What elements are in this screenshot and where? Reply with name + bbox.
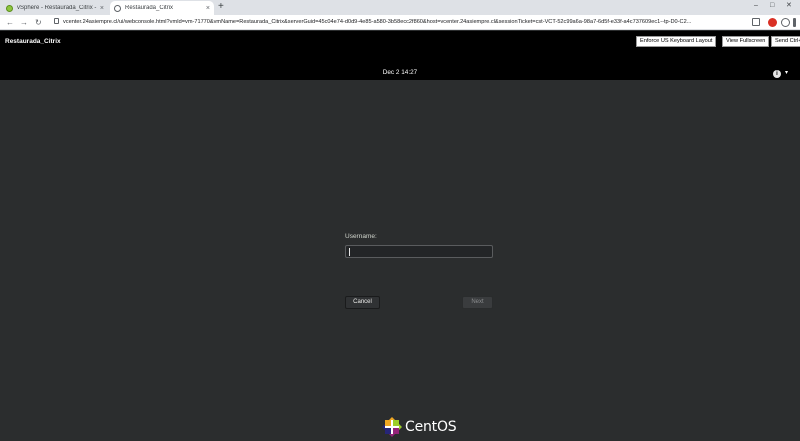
- account-icon[interactable]: [781, 18, 790, 27]
- chevron-down-icon[interactable]: ▾: [785, 69, 788, 76]
- lock-icon[interactable]: [54, 18, 59, 24]
- accessibility-icon[interactable]: i: [773, 70, 781, 78]
- vsphere-icon: [6, 4, 13, 12]
- vm-name: Restaurada_Citrix: [5, 38, 61, 45]
- cancel-button[interactable]: Cancel: [345, 296, 380, 309]
- back-button[interactable]: ←: [6, 17, 14, 28]
- menu-icon[interactable]: [793, 18, 796, 27]
- centos-logo: CentOS: [382, 417, 462, 437]
- tab-title: vSphere - Restaurada_Citrix - Su: [17, 5, 97, 11]
- pdf-icon[interactable]: [768, 18, 777, 27]
- tab-title: Restaurada_Citrix: [125, 5, 174, 11]
- window-close-button[interactable]: ✕: [786, 0, 792, 12]
- text-cursor: [349, 248, 350, 256]
- browser-toolbar: ← → ↻ vcenter.24asiempre.cl/ui/webconsol…: [0, 15, 800, 30]
- browser-tab-strip: vSphere - Restaurada_Citrix - Su × Resta…: [0, 0, 800, 15]
- centos-logo-icon: [382, 417, 402, 437]
- tab-vsphere[interactable]: vSphere - Restaurada_Citrix - Su ×: [2, 1, 108, 15]
- maximize-button[interactable]: □: [770, 0, 774, 12]
- close-icon[interactable]: ×: [100, 5, 104, 12]
- new-tab-button[interactable]: +: [218, 1, 224, 13]
- send-ctrl-alt-del-button[interactable]: Send Ctrl+Alt+Delete: [771, 36, 800, 47]
- star-icon[interactable]: [752, 18, 760, 26]
- reload-button[interactable]: ↻: [35, 17, 42, 28]
- tab-restaurada-citrix[interactable]: Restaurada_Citrix ×: [110, 1, 214, 15]
- next-button[interactable]: Next: [462, 296, 493, 309]
- view-fullscreen-button[interactable]: View Fullscreen: [722, 36, 770, 47]
- centos-wordmark: CentOS: [405, 419, 457, 435]
- minimize-button[interactable]: –: [754, 0, 758, 12]
- gnome-top-bar: Dec 2 14:27 i ▾: [0, 68, 800, 80]
- username-label: Username:: [345, 233, 377, 240]
- globe-icon: [114, 4, 121, 12]
- address-bar[interactable]: vcenter.24asiempre.cl/ui/webconsole.html…: [63, 18, 743, 27]
- forward-button[interactable]: →: [20, 17, 28, 28]
- username-input[interactable]: [345, 245, 493, 258]
- clock[interactable]: Dec 2 14:27: [0, 69, 800, 76]
- console-header: Restaurada_Citrix Enforce US Keyboard La…: [0, 31, 800, 68]
- enforce-keyboard-button[interactable]: Enforce US Keyboard Layout: [636, 36, 717, 47]
- close-icon[interactable]: ×: [206, 5, 210, 12]
